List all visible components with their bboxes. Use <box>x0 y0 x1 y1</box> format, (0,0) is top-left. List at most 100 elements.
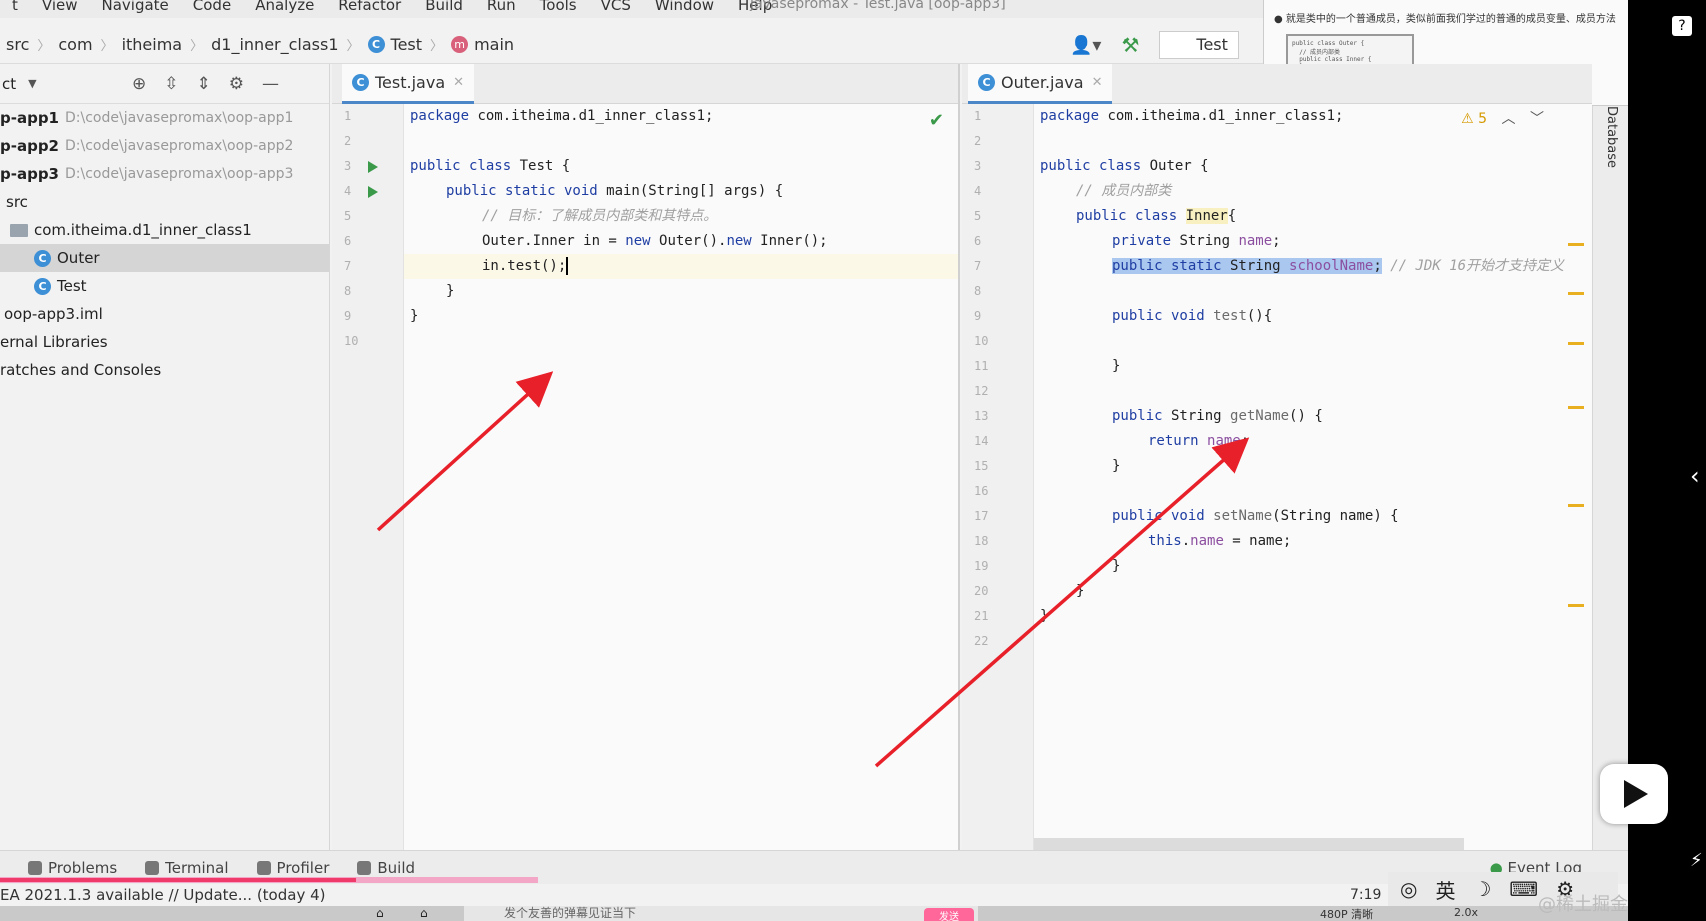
quality-select[interactable]: 480P 清晰 <box>1320 906 1373 921</box>
tool-terminal[interactable]: Terminal <box>145 859 229 877</box>
menu-tools[interactable]: Tools <box>528 0 589 13</box>
chevron-down-icon[interactable]: ▼ <box>28 77 36 90</box>
run-icon[interactable] <box>368 186 378 198</box>
menu-analyze[interactable]: Analyze <box>243 0 326 13</box>
pin-icon[interactable]: ⚡ <box>1690 850 1703 871</box>
menu-build[interactable]: Build <box>413 0 475 13</box>
run-icon[interactable] <box>368 161 378 173</box>
project-panel-title[interactable]: ct <box>2 75 16 93</box>
profiler-icon <box>256 860 271 875</box>
code-line: public String getName() { <box>1112 408 1323 424</box>
collapse-all-icon[interactable]: ⇕ <box>197 74 211 94</box>
danmu-toggle-icon[interactable]: ⌂ <box>376 906 384 920</box>
close-icon[interactable]: ✕ <box>1092 75 1103 90</box>
code-line: // 目标：了解成员内部类和其特点。 <box>482 208 718 224</box>
breadcrumb: src 〉 com 〉 itheima 〉 d1_inner_class1 〉 … <box>6 35 514 54</box>
tree-item-package[interactable]: com.itheima.d1_inner_class1 <box>0 216 329 244</box>
tree-item-iml[interactable]: oop-app3.iml <box>0 300 329 328</box>
menu-file[interactable]: t <box>0 0 30 13</box>
menu-view[interactable]: View <box>30 0 90 13</box>
tree-item-test[interactable]: C Test <box>0 272 329 300</box>
menu-window[interactable]: Window <box>643 0 726 13</box>
menu-run[interactable]: Run <box>475 0 528 13</box>
minimize-icon[interactable]: — <box>262 74 279 94</box>
class-icon: C <box>352 74 369 91</box>
warning-marker[interactable] <box>1568 342 1584 345</box>
editor-tabbar: C Test.java ✕ <box>332 64 958 104</box>
locate-icon[interactable]: ⊕ <box>132 74 146 94</box>
line-number: 7 <box>974 259 982 273</box>
tab-label: Test.java <box>375 73 446 92</box>
editor-tabbar: C Outer.java ✕ <box>962 64 1592 104</box>
horizontal-scrollbar[interactable] <box>1034 838 1464 850</box>
editor-test-java[interactable]: C Test.java ✕ 1 2 3 4 5 6 7 8 9 10 packa… <box>332 64 960 850</box>
menu-vcs[interactable]: VCS <box>589 0 643 13</box>
tree-item-path: D:\code\javasepromax\oop-app2 <box>65 138 294 154</box>
video-progress-bar[interactable] <box>0 878 356 882</box>
danmu-send-button[interactable]: 发送 <box>924 908 974 921</box>
problems-icon <box>28 860 42 875</box>
run-config-select[interactable]: Test <box>1159 31 1240 59</box>
tree-item-oop-app2[interactable]: p-app2 D:\code\javasepromax\oop-app2 <box>0 132 329 160</box>
help-icon[interactable]: ? <box>1672 16 1692 36</box>
chevron-left-icon[interactable]: ‹ <box>1690 462 1700 490</box>
editor-gutter[interactable]: 1 2 3 4 5 6 7 8 9 10 11 12 13 14 15 16 1… <box>962 104 1034 850</box>
code-area[interactable]: package com.itheima.d1_inner_class1; pub… <box>404 104 958 850</box>
editor-outer-java[interactable]: C Outer.java ✕ 1 2 3 4 5 6 7 8 9 10 11 1… <box>962 64 1592 850</box>
tree-item-src[interactable]: src <box>0 188 329 216</box>
chevron-up-icon[interactable]: ︿ <box>1502 111 1516 127</box>
warning-marker[interactable] <box>1568 604 1584 607</box>
warning-marker[interactable] <box>1568 504 1584 507</box>
line-number: 10 <box>974 334 989 348</box>
ime-logo-icon[interactable]: ◎ <box>1400 877 1417 901</box>
danmu-settings-icon[interactable]: ⌂ <box>420 906 428 920</box>
tree-item-oop-app3[interactable]: p-app3 D:\code\javasepromax\oop-app3 <box>0 160 329 188</box>
class-icon: C <box>34 249 51 267</box>
warning-indicator[interactable]: ⚠ 5 ︿ ﹀ <box>1461 108 1544 128</box>
expand-all-icon[interactable]: ⇳ <box>164 74 178 94</box>
breadcrumb-package[interactable]: d1_inner_class1 <box>211 35 338 54</box>
breadcrumb-src[interactable]: src <box>6 35 29 54</box>
breadcrumb-com[interactable]: com <box>58 35 92 54</box>
project-panel-tools: ⊕ ⇳ ⇕ ⚙ — <box>132 74 279 94</box>
close-icon[interactable]: ✕ <box>453 75 464 90</box>
check-icon[interactable]: ✔ <box>929 110 944 131</box>
line-number: 12 <box>974 384 989 398</box>
ime-language[interactable]: 英 <box>1435 875 1455 904</box>
code-line-current: in.test(); <box>404 254 958 279</box>
database-side-tab[interactable]: Database <box>1592 106 1628 850</box>
moon-icon[interactable]: ☽ <box>1473 877 1491 901</box>
tree-item-label: Outer <box>57 249 100 267</box>
hammer-icon[interactable]: ⚒ <box>1121 33 1139 57</box>
menu-code[interactable]: Code <box>181 0 243 13</box>
tree-item-scratches[interactable]: ratches and Consoles <box>0 356 329 384</box>
gear-icon[interactable]: ⚙ <box>229 74 244 94</box>
tool-build[interactable]: Build <box>357 859 415 877</box>
warning-marker[interactable] <box>1568 243 1584 246</box>
tab-outer-java[interactable]: C Outer.java ✕ <box>968 64 1113 104</box>
danmu-input[interactable]: 发个友善的弹幕见证当下 <box>464 906 978 921</box>
menu-navigate[interactable]: Navigate <box>90 0 181 13</box>
user-icon[interactable]: 👤▾ <box>1070 35 1101 56</box>
code-area[interactable]: package com.itheima.d1_inner_class1; pub… <box>1034 104 1592 850</box>
keyboard-icon[interactable]: ⌨ <box>1509 877 1538 901</box>
speed-select[interactable]: 2.0x <box>1454 906 1478 919</box>
code-line: } <box>446 283 455 299</box>
tree-item-external-libraries[interactable]: ernal Libraries <box>0 328 329 356</box>
breadcrumb-itheima[interactable]: itheima <box>122 35 183 54</box>
tool-profiler[interactable]: Profiler <box>256 859 329 877</box>
warning-marker[interactable] <box>1568 406 1584 409</box>
status-message[interactable]: EA 2021.1.3 available // Update... (toda… <box>0 886 325 904</box>
code-line: private String name; <box>1112 233 1281 249</box>
tree-item-outer[interactable]: C Outer <box>0 244 329 272</box>
menu-refactor[interactable]: Refactor <box>326 0 413 13</box>
breadcrumb-class[interactable]: Test <box>391 35 423 54</box>
tree-item-oop-app1[interactable]: p-app1 D:\code\javasepromax\oop-app1 <box>0 104 329 132</box>
play-button[interactable] <box>1600 764 1668 824</box>
tab-test-java[interactable]: C Test.java ✕ <box>342 64 475 104</box>
editor-gutter[interactable]: 1 2 3 4 5 6 7 8 9 10 <box>332 104 404 850</box>
breadcrumb-method[interactable]: main <box>474 35 514 54</box>
chevron-down-icon[interactable]: ﹀ <box>1530 111 1544 127</box>
warning-marker[interactable] <box>1568 292 1584 295</box>
tool-problems[interactable]: Problems <box>28 859 117 877</box>
